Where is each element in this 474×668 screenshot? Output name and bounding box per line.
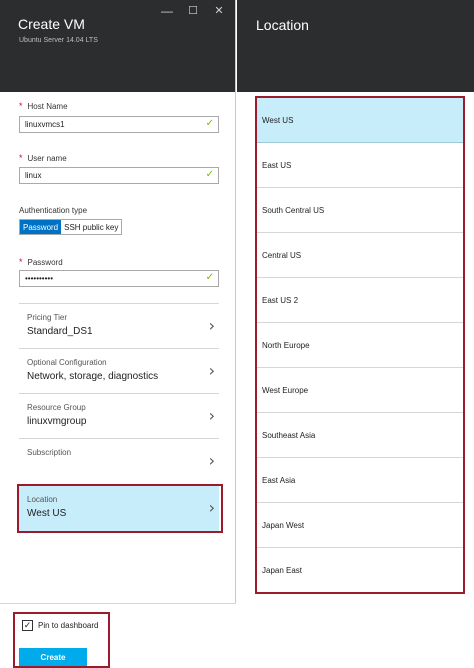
location-item-southeast-asia[interactable]: Southeast Asia xyxy=(257,413,463,458)
create-vm-blade: Create VM Ubuntu Server 14.04 LTS — ☐ ✕ … xyxy=(0,0,236,668)
location-item-japan-east[interactable]: Japan East xyxy=(257,548,463,593)
create-button[interactable]: Create xyxy=(19,648,87,666)
required-marker: * xyxy=(19,257,23,267)
optional-config-label: Optional Configuration xyxy=(27,358,107,367)
location-item-east-us[interactable]: East US xyxy=(257,143,463,188)
create-vm-title: Create VM xyxy=(18,16,85,32)
user-name-label: * User name xyxy=(19,153,67,163)
location-highlight-frame xyxy=(17,484,223,533)
create-vm-subtitle: Ubuntu Server 14.04 LTS xyxy=(19,37,98,44)
chevron-right-icon: › xyxy=(208,451,215,470)
location-header: Location xyxy=(237,0,474,92)
location-title: Location xyxy=(256,17,309,33)
location-item-east-us-2[interactable]: East US 2 xyxy=(257,278,463,323)
subscription-row[interactable]: Subscription › xyxy=(19,438,219,483)
user-name-input[interactable]: linux ✓ xyxy=(19,167,219,184)
password-label: * Password xyxy=(19,257,63,267)
resource-group-label: Resource Group xyxy=(27,403,86,412)
host-name-input[interactable]: linuxvmcs1 ✓ xyxy=(19,116,219,133)
host-name-label: * Host Name xyxy=(19,101,68,111)
required-marker: * xyxy=(19,101,23,111)
location-item-central-us[interactable]: Central US xyxy=(257,233,463,278)
location-item-west-europe[interactable]: West Europe xyxy=(257,368,463,413)
location-list: West US East US South Central US Central… xyxy=(255,96,465,594)
pricing-tier-value: Standard_DS1 xyxy=(27,326,93,337)
window-controls: — ☐ ✕ xyxy=(159,3,227,19)
auth-password-option[interactable]: Password xyxy=(20,220,62,234)
valid-check-icon: ✓ xyxy=(205,169,214,180)
create-vm-header: Create VM Ubuntu Server 14.04 LTS — ☐ ✕ xyxy=(0,0,235,92)
resource-group-row[interactable]: Resource Group linuxvmgroup › xyxy=(19,393,219,438)
pricing-tier-label: Pricing Tier xyxy=(27,313,68,322)
password-input[interactable]: •••••••••• ✓ xyxy=(19,270,219,287)
minimize-icon[interactable]: — xyxy=(159,3,175,19)
host-name-value: linuxvmcs1 xyxy=(25,120,65,129)
location-blade: Location West US East US South Central U… xyxy=(237,0,474,668)
pricing-tier-row[interactable]: Pricing Tier Standard_DS1 › xyxy=(19,303,219,348)
auth-type-label: Authentication type xyxy=(19,206,88,215)
close-icon[interactable]: ✕ xyxy=(211,3,227,19)
location-item-west-us[interactable]: West US xyxy=(257,98,463,143)
resource-group-value: linuxvmgroup xyxy=(27,416,87,427)
location-item-north-europe[interactable]: North Europe xyxy=(257,323,463,368)
maximize-icon[interactable]: ☐ xyxy=(185,3,201,19)
subscription-label: Subscription xyxy=(27,448,72,457)
required-marker: * xyxy=(19,153,23,163)
chevron-right-icon: › xyxy=(208,361,215,380)
auth-type-toggle: Password SSH public key xyxy=(19,219,123,235)
pin-to-dashboard-label: Pin to dashboard xyxy=(38,621,99,630)
user-name-value: linux xyxy=(25,171,42,180)
location-item-south-central-us[interactable]: South Central US xyxy=(257,188,463,233)
valid-check-icon: ✓ xyxy=(205,272,214,283)
optional-config-value: Network, storage, diagnostics xyxy=(27,371,159,382)
password-value: •••••••••• xyxy=(25,274,54,283)
valid-check-icon: ✓ xyxy=(205,118,214,129)
location-item-east-asia[interactable]: East Asia xyxy=(257,458,463,503)
auth-ssh-option[interactable]: SSH public key xyxy=(61,220,122,234)
chevron-right-icon: › xyxy=(208,406,215,425)
optional-config-row[interactable]: Optional Configuration Network, storage,… xyxy=(19,348,219,393)
chevron-right-icon: › xyxy=(208,316,215,335)
location-item-japan-west[interactable]: Japan West xyxy=(257,503,463,548)
pin-to-dashboard-checkbox[interactable]: ✓ xyxy=(22,620,33,631)
